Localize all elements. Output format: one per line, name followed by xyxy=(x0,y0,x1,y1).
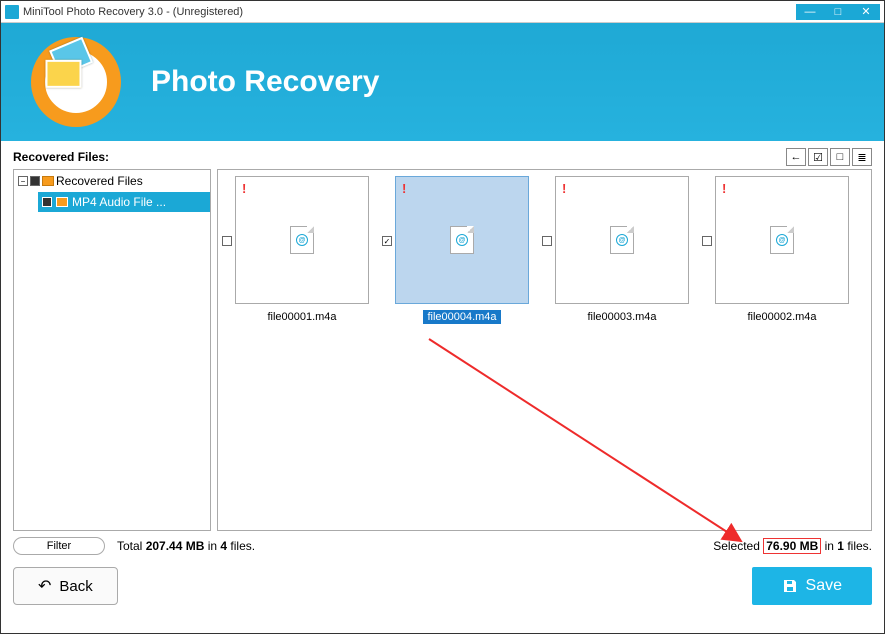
file-name: file00003.m4a xyxy=(583,310,660,324)
undo-icon: ↶ xyxy=(38,576,51,596)
checked-view-icon[interactable]: ☑ xyxy=(808,148,828,166)
warning-icon: ! xyxy=(562,181,566,196)
window-title: MiniTool Photo Recovery 3.0 - (Unregiste… xyxy=(23,6,796,18)
status-text: Total xyxy=(117,539,146,553)
file-item[interactable]: ! @ file00002.m4a xyxy=(704,176,860,524)
file-checkbox[interactable] xyxy=(702,236,712,246)
file-name: file00001.m4a xyxy=(263,310,340,324)
app-title: Photo Recovery xyxy=(151,65,379,99)
app-logo xyxy=(31,37,121,127)
file-icon: @ xyxy=(610,226,634,254)
folder-icon xyxy=(56,197,68,207)
save-button[interactable]: Save xyxy=(752,567,872,605)
file-checkbox[interactable] xyxy=(222,236,232,246)
app-icon xyxy=(5,5,19,19)
status-bar: Filter Total 207.44 MB in 4 files. Selec… xyxy=(1,531,884,555)
status-total: Total 207.44 MB in 4 files. xyxy=(117,539,701,553)
floppy-icon xyxy=(782,578,798,594)
tree-root-label: Recovered Files xyxy=(56,174,143,188)
status-text: files. xyxy=(227,539,255,553)
file-icon: @ xyxy=(450,226,474,254)
filter-button[interactable]: Filter xyxy=(13,537,105,555)
file-checkbox[interactable]: ✓ xyxy=(382,236,392,246)
thumb-view-icon[interactable]: □ xyxy=(830,148,850,166)
file-item[interactable]: ! @ file00001.m4a xyxy=(224,176,380,524)
file-thumbnail[interactable]: ! @ xyxy=(395,176,529,304)
recovered-files-label: Recovered Files: xyxy=(13,150,109,164)
file-item[interactable]: ! @ file00003.m4a xyxy=(544,176,700,524)
status-text: files. xyxy=(844,539,872,553)
tree-root[interactable]: − Recovered Files xyxy=(14,170,210,192)
file-thumbnail[interactable]: ! @ xyxy=(555,176,689,304)
save-label: Save xyxy=(806,577,842,595)
warning-icon: ! xyxy=(722,181,726,196)
tree-child-label: MP4 Audio File ... xyxy=(72,195,166,209)
mid-row: Recovered Files: ← ☑ □ ≣ xyxy=(1,141,884,169)
file-name: file00004.m4a xyxy=(423,310,500,324)
tree-collapse-icon[interactable]: − xyxy=(18,176,28,186)
file-item[interactable]: ✓ ! @ file00004.m4a xyxy=(384,176,540,524)
total-size: 207.44 MB xyxy=(146,539,205,553)
selected-size: 76.90 MB xyxy=(763,538,821,554)
status-text: in xyxy=(821,539,837,553)
file-icon: @ xyxy=(770,226,794,254)
titlebar: MiniTool Photo Recovery 3.0 - (Unregiste… xyxy=(1,1,884,23)
status-selected: Selected 76.90 MB in 1 files. xyxy=(713,539,872,553)
status-text: in xyxy=(204,539,220,553)
back-label: Back xyxy=(59,578,92,595)
folder-icon xyxy=(42,176,54,186)
file-icon: @ xyxy=(290,226,314,254)
tree-child-checkbox[interactable] xyxy=(42,197,52,207)
file-checkbox[interactable] xyxy=(542,236,552,246)
header: Photo Recovery Register Now xyxy=(1,23,884,141)
tree-root-checkbox[interactable] xyxy=(30,176,40,186)
file-thumbnail[interactable]: ! @ xyxy=(235,176,369,304)
close-button[interactable]: ✕ xyxy=(852,4,880,20)
warning-icon: ! xyxy=(402,181,406,196)
window-controls: — □ ✕ xyxy=(796,4,880,20)
sidebar-tree[interactable]: − Recovered Files MP4 Audio File ... xyxy=(13,169,211,531)
status-text: Selected xyxy=(713,539,763,553)
back-button[interactable]: ↶ Back xyxy=(13,567,118,605)
back-view-icon[interactable]: ← xyxy=(786,148,806,166)
selected-count: 1 xyxy=(837,539,844,553)
file-thumbnail[interactable]: ! @ xyxy=(715,176,849,304)
tree-child[interactable]: MP4 Audio File ... xyxy=(38,192,210,212)
list-view-icon[interactable]: ≣ xyxy=(852,148,872,166)
warning-icon: ! xyxy=(242,181,246,196)
view-controls: ← ☑ □ ≣ xyxy=(786,148,872,166)
bottom-bar: ↶ Back Save xyxy=(1,555,884,617)
maximize-button[interactable]: □ xyxy=(824,4,852,20)
file-grid: ! @ file00001.m4a ✓ ! @ file00004.m4a ! … xyxy=(217,169,872,531)
minimize-button[interactable]: — xyxy=(796,4,824,20)
content: − Recovered Files MP4 Audio File ... ! @… xyxy=(1,169,884,531)
file-name: file00002.m4a xyxy=(743,310,820,324)
